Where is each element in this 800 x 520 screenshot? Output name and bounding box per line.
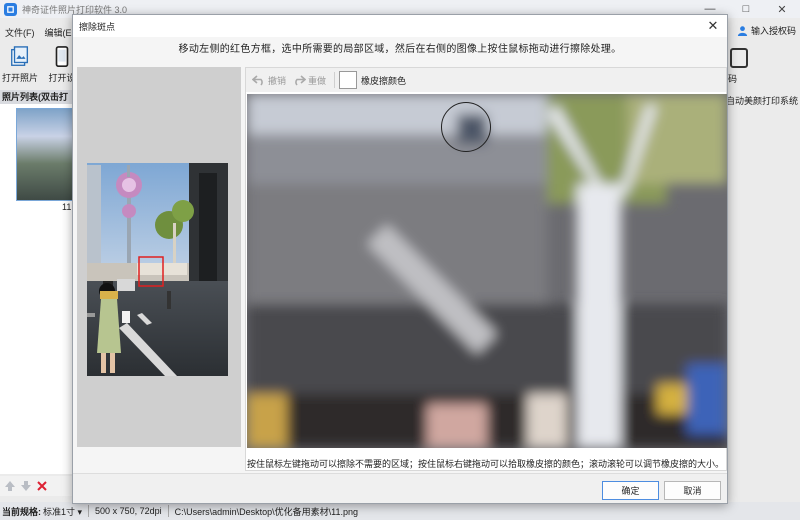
edit-area: 撤销 重做 橡皮擦颜色 按住鼠标左键拖动可以擦除不需要的区域；按住鼠标右键拖动可… xyxy=(245,67,727,471)
spec-label: 当前规格: xyxy=(2,506,41,517)
auto-beauty-system-label: 自动美颜打印系统 xyxy=(726,96,799,106)
edit-hint: 按住鼠标左键拖动可以擦除不需要的区域；按住鼠标右键拖动可以拾取橡皮擦的颜色；滚动… xyxy=(247,459,725,469)
eraser-color-label: 橡皮擦颜色 xyxy=(361,75,407,86)
dialog-instruction: 移动左侧的红色方框，选中所需要的局部区域，然后在右侧的图像上按住鼠标拖动进行擦除… xyxy=(178,44,622,55)
menubar: 文件(F) 编辑(E xyxy=(0,24,77,40)
dialog-titlebar: 擦除斑点 ✕ xyxy=(73,15,727,37)
statusbar: 当前规格: 标准1寸 ▾ 500 x 750, 72dpi C:\Users\a… xyxy=(0,502,800,520)
spec-dropdown[interactable]: 标准1寸 ▾ xyxy=(43,505,82,518)
erase-spots-dialog: 擦除斑点 ✕ 移动左侧的红色方框，选中所需要的局部区域，然后在右侧的图像上按住鼠… xyxy=(72,14,728,504)
cancel-button[interactable]: 取消 xyxy=(664,481,721,500)
eraser-color-swatch[interactable] xyxy=(339,71,358,89)
source-photo[interactable] xyxy=(87,163,228,376)
photo-thumbnail[interactable] xyxy=(16,108,74,201)
undo-icon xyxy=(252,75,263,86)
right-toolbar-label: 码 xyxy=(728,74,738,84)
arrow-down-icon[interactable] xyxy=(20,480,32,492)
zoomed-image-canvas[interactable] xyxy=(247,94,727,448)
dialog-footer: 确定 取消 xyxy=(73,473,727,503)
file-path: C:\Users\admin\Desktop\优化备用素材\11.png xyxy=(174,506,359,517)
menu-edit[interactable]: 编辑(E xyxy=(40,26,77,39)
open-photo-button[interactable]: 打开照片 xyxy=(0,44,40,88)
toolbar-divider xyxy=(334,72,336,88)
dialog-title: 擦除斑点 xyxy=(79,21,116,32)
menu-file[interactable]: 文件(F) xyxy=(0,26,40,39)
ok-button[interactable]: 确定 xyxy=(602,481,659,500)
status-divider xyxy=(88,505,90,517)
app-logo-icon xyxy=(4,2,17,16)
photo-list-header: 照片列表(双击打 xyxy=(0,90,80,104)
maximize-icon[interactable]: □ xyxy=(728,0,764,18)
status-divider xyxy=(167,505,169,517)
redo-button[interactable]: 重做 xyxy=(292,74,326,87)
enter-auth-code-button[interactable]: 输入授权码 xyxy=(737,24,796,37)
undo-label: 撤销 xyxy=(268,75,287,86)
photo-list-tools xyxy=(0,476,80,496)
open-photo-label: 打开照片 xyxy=(1,73,38,83)
auth-label: 输入授权码 xyxy=(750,26,796,36)
phone-icon xyxy=(55,46,69,67)
photo-list: 11 xyxy=(0,104,80,474)
spec-value: 标准1寸 xyxy=(43,506,76,517)
delete-icon[interactable] xyxy=(36,480,48,492)
thumbnail-caption: 11 xyxy=(62,202,72,212)
arrow-up-icon[interactable] xyxy=(4,480,16,492)
undo-button[interactable]: 撤销 xyxy=(252,74,286,87)
dialog-close-icon[interactable]: ✕ xyxy=(705,18,721,34)
right-toolbar-icon[interactable] xyxy=(730,48,748,68)
eraser-brush-cursor xyxy=(441,102,491,152)
window-close-icon[interactable]: ✕ xyxy=(764,0,800,18)
edit-toolbar: 撤销 重做 橡皮擦颜色 xyxy=(246,68,726,92)
redo-label: 重做 xyxy=(308,75,327,86)
open-photo-icon xyxy=(11,46,29,66)
user-icon xyxy=(737,26,748,36)
image-info: 500 x 750, 72dpi xyxy=(95,506,162,516)
redo-icon xyxy=(295,75,307,86)
source-photo-panel xyxy=(77,67,241,447)
